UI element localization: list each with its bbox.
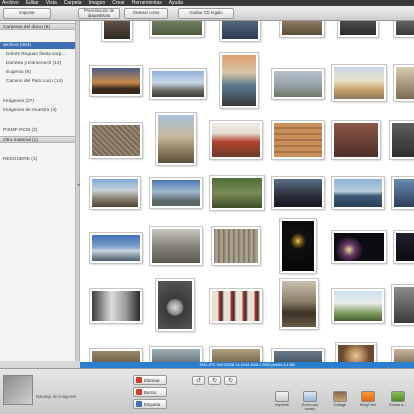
folder-item[interactable]: Dorotea y Domenech (13) xyxy=(0,60,75,67)
photo-thumbnail[interactable] xyxy=(210,347,262,362)
photo-thumbnail[interactable] xyxy=(90,349,142,362)
collage-button[interactable]: Collage xyxy=(328,391,352,413)
picture-tray: Bandeja de imágenes Eliminar Borrar Etiq… xyxy=(0,368,414,414)
delete-icon xyxy=(136,389,142,395)
photo-thumbnail[interactable] xyxy=(332,231,386,263)
photo-thumbnail[interactable] xyxy=(90,177,140,209)
print-button-label: Imprimir xyxy=(275,403,289,407)
photo-thumbnail[interactable] xyxy=(90,66,142,96)
photo-thumbnail[interactable] xyxy=(156,113,196,165)
import-button-label: Importar xyxy=(19,10,35,16)
photo-thumbnail[interactable] xyxy=(272,121,324,159)
import-button[interactable]: Importar xyxy=(3,8,51,19)
photo-thumbnail[interactable] xyxy=(336,343,376,362)
photo-thumbnail[interactable] xyxy=(150,178,202,208)
send-to-button[interactable]: Enviar a... xyxy=(386,391,410,413)
photo-thumbnail[interactable] xyxy=(392,347,414,362)
photo-thumbnail[interactable] xyxy=(150,21,204,37)
photo-thumbnail[interactable] xyxy=(210,121,262,159)
blogthis-button[interactable]: BlogThis! xyxy=(356,391,380,413)
folder-item-resguere[interactable]: RESGUERE (1) xyxy=(0,156,75,163)
sort-button[interactable]: Ordenar como xyxy=(124,8,168,19)
rotate-right-button-b[interactable]: ↻ xyxy=(224,376,237,385)
delete-button-label: Borrar xyxy=(144,389,157,395)
remove-from-tray-label: Eliminar xyxy=(144,377,160,383)
blogthis-button-label: BlogThis! xyxy=(360,403,376,407)
envelope-icon xyxy=(303,391,317,402)
photo-thumbnail[interactable] xyxy=(394,21,414,37)
tray-label: Bandeja de imágenes xyxy=(36,394,77,399)
photo-thumbnail[interactable] xyxy=(280,219,316,273)
photo-thumbnail[interactable] xyxy=(272,177,324,209)
folder-item-archivo[interactable]: archivo (404) xyxy=(0,42,75,49)
photo-thumbnail[interactable] xyxy=(338,21,378,37)
toolbar: Importar Presentación de diapositivas Or… xyxy=(0,6,414,21)
photo-thumbnail[interactable] xyxy=(332,65,386,101)
photo-grid xyxy=(80,21,414,362)
photo-thumbnail[interactable] xyxy=(220,53,258,108)
print-button[interactable]: Imprimir xyxy=(270,391,294,413)
photo-thumbnail[interactable] xyxy=(390,121,414,159)
photo-thumbnail[interactable] xyxy=(156,279,194,331)
photo-thumbnail[interactable] xyxy=(272,69,324,99)
photo-thumbnail[interactable] xyxy=(150,69,206,99)
printer-icon xyxy=(275,391,289,402)
blogger-icon xyxy=(361,391,375,402)
photo-thumbnail[interactable] xyxy=(280,279,318,329)
tag-icon xyxy=(136,401,142,407)
rotate-left-button[interactable]: ↺ xyxy=(192,376,205,385)
email-button-label: Envío por correo xyxy=(301,403,319,411)
photo-thumbnail[interactable] xyxy=(90,123,142,158)
remove-from-tray-button[interactable]: Eliminar xyxy=(133,375,167,385)
folder-item-pixmf[interactable]: PIXMF-RCM (2) xyxy=(0,127,75,134)
folder-item[interactable]: Eugenia (6) xyxy=(0,69,75,76)
photo-thumbnail[interactable] xyxy=(272,349,324,362)
folder-item[interactable]: Camino del Palo Loco (14) xyxy=(0,78,75,85)
photo-thumbnail[interactable] xyxy=(220,21,260,41)
disk-folders-header[interactable]: Carpetas del disco (8) xyxy=(0,23,75,30)
folder-item-imagenes[interactable]: Imágenes (27) xyxy=(0,98,75,105)
folder-sidebar: Carpetas del disco (8) archivo (404) Dol… xyxy=(0,21,76,361)
collage-button-label: Collage xyxy=(333,403,347,407)
photo-thumbnail[interactable] xyxy=(280,21,324,37)
folder-item-imagenes-muestra[interactable]: Imágenes de muestra (4) xyxy=(0,107,75,114)
photo-thumbnail[interactable] xyxy=(90,289,142,323)
slideshow-button-label: Presentación de diapositivas xyxy=(83,7,115,18)
burn-cd-button[interactable]: Grabar CD regalo xyxy=(178,8,234,19)
tray-photo-thumbnail[interactable] xyxy=(3,375,33,405)
photo-thumbnail[interactable] xyxy=(210,176,264,210)
photo-thumbnail[interactable] xyxy=(392,177,414,209)
burn-cd-button-label: Grabar CD regalo xyxy=(189,10,223,16)
tag-button-label: Etiqueta xyxy=(144,401,161,407)
photo-thumbnail[interactable] xyxy=(212,227,260,265)
photo-thumbnail[interactable] xyxy=(332,121,380,159)
folder-section-otro-material[interactable]: Otro material (1) xyxy=(0,136,75,143)
collage-icon xyxy=(333,391,347,402)
export-icon xyxy=(391,391,405,402)
tag-button[interactable]: Etiqueta xyxy=(133,399,167,409)
photo-thumbnail[interactable] xyxy=(332,289,384,323)
photo-thumbnail[interactable] xyxy=(392,285,414,325)
rotate-right-button-a[interactable]: ↻ xyxy=(208,376,221,385)
photo-thumbnail[interactable] xyxy=(90,233,142,263)
send-to-button-label: Enviar a... xyxy=(389,403,407,407)
email-button[interactable]: Envío por correo xyxy=(298,391,322,413)
remove-icon xyxy=(136,377,142,383)
folder-item[interactable]: Dolors Reguan fiesta sorp... xyxy=(0,51,75,58)
photo-thumbnail[interactable] xyxy=(394,65,414,101)
delete-button[interactable]: Borrar xyxy=(133,387,167,397)
sort-button-label: Ordenar como xyxy=(132,10,160,16)
photo-thumbnail[interactable] xyxy=(210,289,262,323)
photo-thumbnail[interactable] xyxy=(102,21,132,41)
photo-thumbnail[interactable] xyxy=(150,347,202,362)
slideshow-button[interactable]: Presentación de diapositivas xyxy=(78,8,120,19)
photo-thumbnail[interactable] xyxy=(394,231,414,263)
photo-thumbnail[interactable] xyxy=(150,227,202,265)
photo-thumbnail[interactable] xyxy=(332,177,384,209)
